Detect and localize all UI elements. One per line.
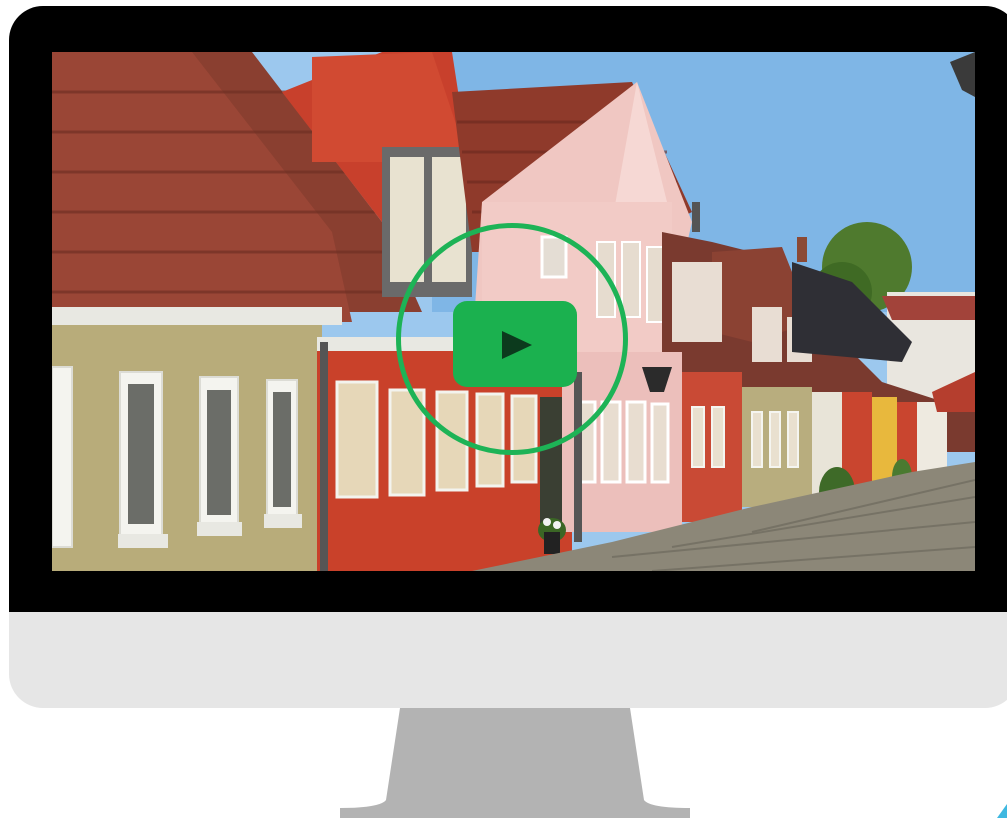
play-button[interactable] <box>453 301 577 387</box>
monitor-mockup <box>0 0 1007 818</box>
monitor-chin <box>9 612 1007 708</box>
play-icon <box>502 331 532 359</box>
corner-accent-icon <box>997 804 1007 818</box>
